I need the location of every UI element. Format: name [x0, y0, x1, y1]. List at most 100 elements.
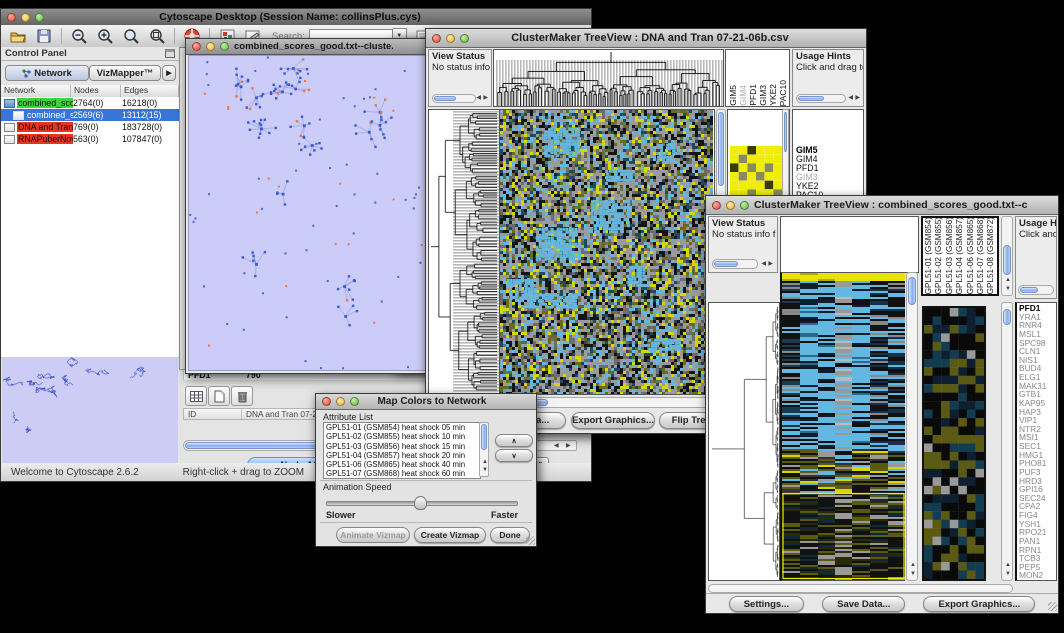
tv2-collabel-scrollbar[interactable]: ▲▼	[1001, 216, 1013, 296]
close-icon[interactable]	[712, 201, 721, 210]
tv1-view-status-panel: View Status No status info f ◀▶	[428, 49, 492, 107]
tv1-column-dendrogram[interactable]	[493, 49, 724, 107]
tv2-view-status-text: No status info f	[712, 230, 774, 241]
close-icon[interactable]	[192, 42, 201, 51]
tv1-export-graphics-label: Export Graphics...	[572, 415, 654, 426]
minimize-icon[interactable]	[21, 13, 30, 22]
tab-network[interactable]: Network	[5, 65, 89, 81]
tv1-column-labels: GIM5GIM4PFD1GIM3YKE2PAC10	[725, 49, 790, 107]
attribute-list-item[interactable]: GPL51-01 (GSM854) heat shock 05 min	[324, 423, 480, 432]
resize-grip[interactable]	[526, 536, 535, 545]
delete-attribute-icon[interactable]	[231, 386, 253, 406]
attribute-list-item[interactable]: GPL51-04 (GSM857) heat shock 20 min	[324, 451, 480, 460]
tv2-column-dendrogram[interactable]	[780, 216, 919, 273]
save-session-icon[interactable]	[35, 28, 53, 44]
tv2-column-label: GPL51-01 (GSM854)	[924, 217, 934, 294]
tv2-vscrollbar[interactable]: ▲▼	[906, 272, 918, 581]
network-item-icon	[13, 111, 24, 120]
zoom-in-icon[interactable]	[96, 28, 114, 44]
zoom-window-icon[interactable]	[220, 42, 229, 51]
animate-vizmap-label: Animate Vizmap	[340, 530, 406, 540]
tv2-heatmap[interactable]	[780, 272, 905, 581]
treeview1-titlebar[interactable]: ClusterMaker TreeView : DNA and Tran 07-…	[426, 29, 866, 48]
tv1-usage-scrollbar[interactable]	[796, 94, 846, 103]
main-titlebar[interactable]: Cytoscape Desktop (Session Name: collins…	[1, 9, 591, 26]
tv1-export-graphics-button[interactable]: Export Graphics...	[571, 412, 655, 429]
tv1-zoom-heatmap[interactable]	[730, 146, 782, 198]
open-session-icon[interactable]	[9, 28, 27, 44]
window-controls[interactable]	[1, 13, 49, 22]
zoom-window-icon[interactable]	[35, 13, 44, 22]
slider-thumb[interactable]	[414, 496, 427, 510]
attribute-list-item[interactable]: GPL51-06 (GSM865) heat shock 40 min	[324, 460, 480, 469]
gene-label: MON2	[1019, 571, 1056, 580]
tv1-heatmap[interactable]	[500, 109, 715, 395]
network-tree-row[interactable]: RNAPuberNov2 + 563(0) 107847(0)	[1, 133, 179, 145]
move-down-button[interactable]: ∨	[495, 449, 533, 462]
close-icon[interactable]	[432, 34, 441, 43]
select-attributes-icon[interactable]	[185, 386, 207, 406]
attribute-list-scrollbar[interactable]: ▲▼	[479, 422, 489, 477]
attribute-listbox[interactable]: GPL51-01 (GSM854) heat shock 05 minGPL51…	[323, 422, 481, 479]
animation-speed-slider[interactable]	[326, 496, 516, 508]
tv2-action-button[interactable]: Settings...	[729, 596, 804, 612]
zoom-selected-icon[interactable]	[148, 28, 166, 44]
close-icon[interactable]	[322, 397, 331, 406]
network-nodes-count: 2569(6)	[73, 110, 122, 120]
treeview1-title: ClusterMaker TreeView : DNA and Tran 07-…	[474, 32, 826, 44]
tv1-row-dendrogram[interactable]	[428, 109, 500, 395]
network-nodes-count: 769(0)	[73, 122, 122, 132]
close-icon[interactable]	[7, 13, 16, 22]
network1-titlebar[interactable]: combined_scores_good.txt--cluste...	[186, 39, 433, 55]
zoom-window-icon[interactable]	[350, 397, 359, 406]
network-tree-row[interactable]: combined_sco 2569(6) 13112(15)	[1, 109, 179, 121]
zoom-window-icon[interactable]	[460, 34, 469, 43]
col-edges: Edges	[121, 85, 179, 97]
tv2-status-scrollbar[interactable]	[712, 259, 758, 269]
dialog-titlebar[interactable]: Map Colors to Network	[316, 394, 536, 410]
done-label: Done	[499, 530, 520, 540]
tv2-zoom-vscrollbar[interactable]: ▲▼	[1001, 302, 1013, 581]
create-vizmap-button[interactable]: Create Vizmap	[414, 527, 486, 543]
slower-label: Slower	[326, 510, 356, 520]
minimize-icon[interactable]	[336, 397, 345, 406]
attribute-list-item[interactable]: GPL51-07 (GSM868) heat shock 60 min	[324, 469, 480, 478]
network-tree-row[interactable]: DNA and Tran 07 769(0) 183728(0)	[1, 121, 179, 133]
tv2-action-button[interactable]: Export Graphics...	[923, 596, 1035, 612]
minimize-icon[interactable]	[206, 42, 215, 51]
tab-vizmapper-label: VizMapper™	[97, 68, 154, 79]
zoom-out-icon[interactable]	[70, 28, 88, 44]
zoom-window-icon[interactable]	[740, 201, 749, 210]
animation-speed-label: Animation Speed	[323, 482, 392, 492]
tab-overflow-button[interactable]: ▶	[162, 65, 176, 81]
status-welcome: Welcome to Cytoscape 2.6.2	[11, 467, 139, 478]
network-name: combined_scores_	[17, 98, 73, 108]
tv1-column-label: PAC10	[778, 80, 788, 106]
minimize-icon[interactable]	[446, 34, 455, 43]
resize-grip[interactable]	[1048, 602, 1057, 611]
network-tree-row[interactable]: combined_scores_ 2764(0) 16218(0)	[1, 97, 179, 109]
done-button[interactable]: Done	[490, 527, 530, 543]
new-attribute-icon[interactable]	[208, 386, 230, 406]
tv2-row-dendrogram[interactable]	[708, 302, 780, 581]
minimize-icon[interactable]	[726, 201, 735, 210]
animate-vizmap-button[interactable]: Animate Vizmap	[336, 527, 410, 543]
zoom-fit-icon[interactable]	[122, 28, 140, 44]
tv2-usage-scrollbar[interactable]	[1018, 285, 1054, 295]
col-network: Network	[1, 85, 71, 97]
tv2-zoom-heatmap[interactable]	[922, 306, 986, 581]
network1-canvas-area[interactable]	[188, 55, 431, 371]
tv2-hscrollbar[interactable]	[708, 584, 1013, 593]
network-nodes-count: 2764(0)	[73, 98, 122, 108]
treeview2-titlebar[interactable]: ClusterMaker TreeView : combined_scores_…	[706, 196, 1058, 215]
tv2-column-label: GPL51-04 (GSM857)	[955, 217, 965, 294]
attribute-list-item[interactable]: GPL51-03 (GSM856) heat shock 15 min	[324, 442, 480, 451]
move-up-button[interactable]: ∧	[495, 434, 533, 447]
control-panel: Control Panel Network VizMapper™ ▶ Netwo…	[1, 47, 180, 463]
attribute-list-item[interactable]: GPL51-02 (GSM855) heat shock 10 min	[324, 432, 480, 441]
tv1-status-scrollbar[interactable]	[432, 94, 476, 103]
tv2-action-button[interactable]: Save Data...	[822, 596, 905, 612]
float-panel-icon[interactable]	[165, 49, 175, 58]
tab-vizmapper[interactable]: VizMapper™	[89, 65, 161, 81]
birdseye-view[interactable]	[2, 357, 178, 469]
